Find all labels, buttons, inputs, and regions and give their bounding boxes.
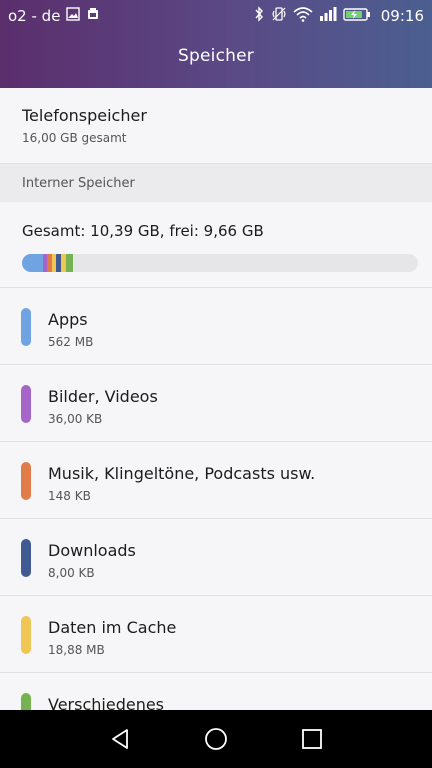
category-size: 18,88 MB (48, 643, 105, 657)
section-header-internal: Interner Speicher (0, 164, 432, 202)
category-title: Bilder, Videos (48, 387, 158, 406)
category-title: Downloads (48, 541, 136, 560)
storage-category-item[interactable]: Bilder, Videos 36,00 KB (0, 365, 432, 442)
status-bar: o2 - de 09:16 (0, 0, 432, 32)
storage-category-item[interactable]: Downloads 8,00 KB (0, 519, 432, 596)
clock: 09:16 (380, 7, 424, 25)
back-icon[interactable] (106, 725, 134, 753)
carrier-label: o2 - de (8, 7, 61, 25)
app-header: o2 - de 09:16 Speicher (0, 0, 432, 88)
usage-segment (65, 254, 73, 272)
category-color-indicator (21, 616, 31, 654)
storage-category-item[interactable]: Daten im Cache 18,88 MB (0, 596, 432, 673)
image-icon (66, 7, 81, 25)
category-title: Verschiedenes (48, 695, 165, 710)
signal-icon (319, 6, 337, 26)
storage-category-item[interactable]: Musik, Klingeltöne, Podcasts usw. 148 KB (0, 442, 432, 519)
category-color-indicator (21, 385, 31, 423)
category-color-indicator (21, 539, 31, 577)
storage-summary-text: Gesamt: 10,39 GB, frei: 9,66 GB (22, 222, 264, 240)
category-title: Musik, Klingeltöne, Podcasts usw. (48, 464, 316, 483)
storage-category-list: Apps 562 MB Bilder, Videos 36,00 KB Musik, K… (0, 288, 432, 710)
category-color-indicator (21, 693, 31, 710)
category-size: 36,00 KB (48, 412, 103, 426)
bluetooth-icon (253, 6, 265, 26)
category-size: 148 KB (48, 489, 91, 503)
phone-storage-title: Telefonspeicher (22, 106, 147, 125)
storage-content[interactable]: Telefonspeicher 16,00 GB gesamt Interner… (0, 88, 432, 710)
navigation-bar (0, 710, 432, 768)
storage-summary: Gesamt: 10,39 GB, frei: 9,66 GB (0, 202, 432, 288)
category-title: Daten im Cache (48, 618, 177, 637)
storage-category-item[interactable]: Verschiedenes (0, 673, 432, 710)
notification-icon (86, 7, 100, 25)
category-size: 562 MB (48, 335, 94, 349)
page-title: Speicher (178, 46, 254, 66)
vibrate-icon (271, 6, 287, 26)
category-color-indicator (21, 308, 31, 346)
storage-category-item[interactable]: Apps 562 MB (0, 288, 432, 365)
status-right: 09:16 (253, 6, 424, 26)
home-icon[interactable] (202, 725, 230, 753)
phone-storage-subtitle: 16,00 GB gesamt (22, 131, 127, 145)
wifi-icon (293, 6, 313, 26)
category-color-indicator (21, 462, 31, 500)
category-size: 8,00 KB (48, 566, 95, 580)
category-title: Apps (48, 310, 88, 329)
recents-icon[interactable] (298, 725, 326, 753)
phone-storage-row[interactable]: Telefonspeicher 16,00 GB gesamt (0, 88, 432, 164)
status-left: o2 - de (8, 7, 100, 25)
usage-segment (22, 254, 43, 272)
battery-charging-icon (343, 6, 371, 26)
storage-usage-bar (22, 254, 418, 272)
